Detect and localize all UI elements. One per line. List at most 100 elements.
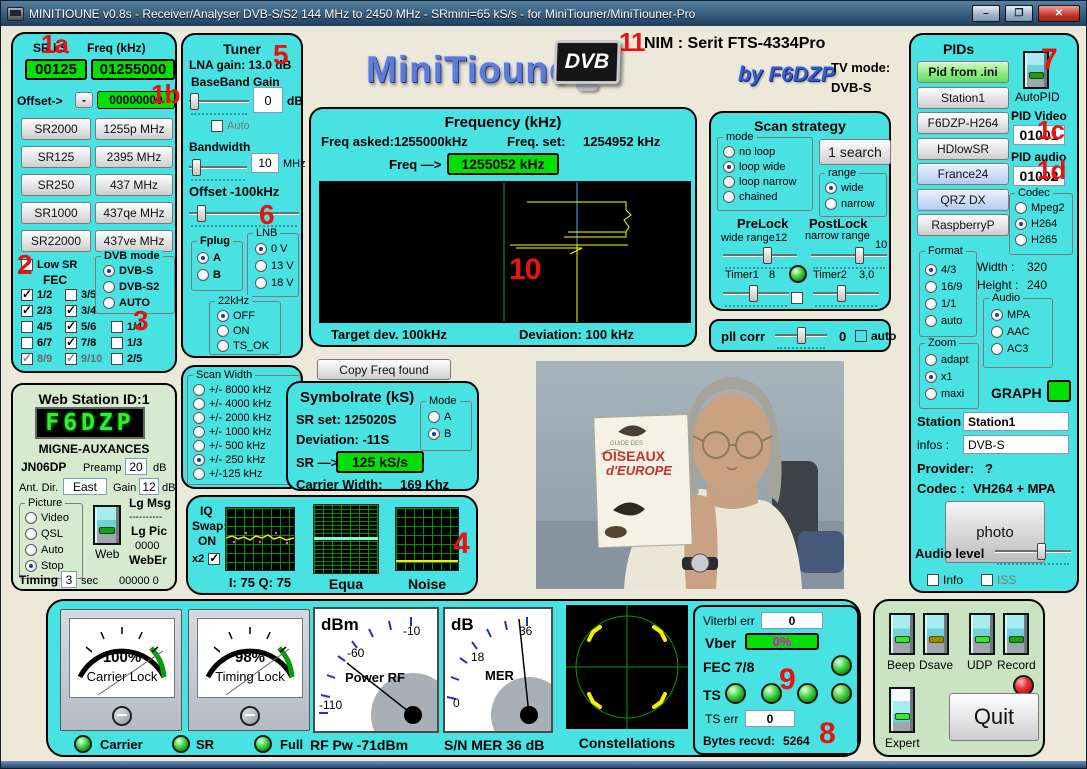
- scan-width-radio-8000[interactable]: +/- 8000 kHz: [193, 383, 272, 397]
- preset-2395-button[interactable]: 2395 MHz: [95, 146, 173, 168]
- baseband-gain-field[interactable]: 0: [253, 87, 283, 113]
- fec-checkbox-6-7[interactable]: 6/7: [21, 336, 52, 350]
- qrz-dx-button[interactable]: QRZ DX: [917, 189, 1009, 211]
- audio-radio-mpa[interactable]: MPA: [991, 308, 1030, 322]
- dvb-mode-radio-dvb-s2[interactable]: DVB-S2: [103, 280, 159, 294]
- info-checkbox[interactable]: Info: [927, 573, 963, 587]
- picture-radio-video[interactable]: Video: [25, 511, 69, 525]
- preset-437-button[interactable]: 437 MHz: [95, 174, 173, 196]
- format-radio-auto[interactable]: auto: [925, 314, 962, 328]
- carrier-lock-knob[interactable]: [112, 706, 132, 726]
- quit-button[interactable]: Quit: [949, 693, 1039, 741]
- station1-button[interactable]: Station1: [917, 87, 1009, 109]
- baseband-auto-checkbox[interactable]: Auto: [211, 119, 250, 133]
- fplug-radio-a[interactable]: A: [197, 251, 221, 265]
- france24-button[interactable]: France24: [917, 163, 1009, 185]
- slider-thumb[interactable]: [190, 93, 199, 110]
- bandwidth-field[interactable]: 10: [251, 153, 279, 173]
- audio-level-slider[interactable]: [995, 543, 1071, 560]
- web-switch[interactable]: [93, 505, 121, 545]
- slider-thumb[interactable]: [192, 159, 201, 176]
- mode-radio-loop-narrow[interactable]: loop narrow: [723, 175, 796, 189]
- scan-width-radio-1000[interactable]: +/- 1000 kHz: [193, 425, 272, 439]
- audio-radio-aac[interactable]: AAC: [991, 325, 1030, 339]
- slider-thumb[interactable]: [855, 247, 864, 264]
- preset-1255p-button[interactable]: 1255p MHz: [95, 118, 173, 140]
- prelock-slider[interactable]: [723, 247, 797, 264]
- preset-sr2000-button[interactable]: SR2000: [21, 118, 91, 140]
- khz22-radio-off[interactable]: OFF: [217, 309, 255, 323]
- hdlowsr-button[interactable]: HDlowSR: [917, 138, 1009, 160]
- pll-corr-slider[interactable]: [775, 327, 827, 344]
- sr-mode-radio-b[interactable]: B: [428, 427, 451, 441]
- expert-switch[interactable]: [889, 687, 915, 733]
- mode-radio-loop-wide[interactable]: loop wide: [723, 160, 785, 174]
- scan-width-radio-500[interactable]: +/- 500 kHz: [193, 439, 266, 453]
- fplug-radio-b[interactable]: B: [197, 268, 221, 282]
- preset-437ve-button[interactable]: 437ve MHz: [95, 230, 173, 252]
- lnb-radio-18v[interactable]: 18 V: [255, 276, 294, 290]
- copy-freq-found-button[interactable]: Copy Freq found: [317, 359, 451, 380]
- fec-checkbox-1-3[interactable]: 1/3: [111, 336, 142, 350]
- fec-checkbox-1-2[interactable]: 1/2: [21, 288, 52, 302]
- scan-width-radio-4000[interactable]: +/- 4000 kHz: [193, 397, 272, 411]
- preamp-field[interactable]: 20: [125, 458, 147, 475]
- preset-sr250-button[interactable]: SR250: [21, 174, 91, 196]
- timing-field[interactable]: 3: [61, 571, 77, 588]
- pll-auto-checkbox[interactable]: auto: [855, 329, 896, 343]
- maximize-button[interactable]: ❐: [1005, 5, 1033, 22]
- timer2-slider[interactable]: [813, 285, 879, 302]
- fec-checkbox-3-4[interactable]: 3/4: [65, 304, 96, 318]
- beep-switch[interactable]: [889, 613, 915, 655]
- postlock-slider[interactable]: [811, 247, 887, 264]
- fec-checkbox-3-5[interactable]: 3/5: [65, 288, 96, 302]
- mode-radio-chained[interactable]: chained: [723, 190, 778, 204]
- zoom-radio-maxi[interactable]: maxi: [925, 387, 964, 401]
- range-radio-narrow[interactable]: narrow: [825, 197, 875, 211]
- slider-thumb[interactable]: [797, 327, 806, 344]
- f6dzp-h264-button[interactable]: F6DZP-H264: [917, 112, 1009, 134]
- format-radio-1-1[interactable]: 1/1: [925, 297, 956, 311]
- fec-checkbox-4-5[interactable]: 4/5: [21, 320, 52, 334]
- lnb-radio-13v[interactable]: 13 V: [255, 259, 294, 273]
- audio-radio-ac3[interactable]: AC3: [991, 342, 1028, 356]
- pid-from-ini-button[interactable]: Pid from .ini: [917, 61, 1009, 83]
- record-switch[interactable]: [1003, 613, 1029, 655]
- x2-checkbox[interactable]: x2: [192, 552, 220, 566]
- baseband-gain-slider[interactable]: [189, 93, 249, 110]
- zoom-radio-adapt[interactable]: adapt: [925, 353, 969, 367]
- offset-minus-button[interactable]: -: [75, 92, 93, 108]
- picture-radio-qsl[interactable]: QSL: [25, 527, 63, 541]
- fec-checkbox-5-6[interactable]: 5/6: [65, 320, 96, 334]
- slider-thumb[interactable]: [749, 285, 758, 302]
- fec-checkbox-8-9[interactable]: 8/9: [21, 352, 52, 366]
- fec-checkbox-2-3[interactable]: 2/3: [21, 304, 52, 318]
- dvb-mode-radio-dvb-s[interactable]: DVB-S: [103, 264, 153, 278]
- one-search-button[interactable]: 1 search: [819, 139, 891, 165]
- mode-radio-no-loop[interactable]: no loop: [723, 145, 775, 159]
- close-button[interactable]: ✕: [1038, 5, 1080, 22]
- scan-width-radio-125[interactable]: +/-125 kHz: [193, 467, 263, 481]
- ant-dir-field[interactable]: East: [63, 478, 107, 495]
- range-radio-wide[interactable]: wide: [825, 181, 864, 195]
- fec-checkbox-2-5[interactable]: 2/5: [111, 352, 142, 366]
- bandwidth-slider[interactable]: [189, 159, 247, 176]
- codec-radio-mpeg2[interactable]: Mpeg2: [1015, 201, 1065, 215]
- zoom-radio-x1[interactable]: x1: [925, 370, 953, 384]
- format-radio-4-3[interactable]: 4/3: [925, 263, 956, 277]
- timer1-slider[interactable]: [723, 285, 789, 302]
- minimize-button[interactable]: –: [972, 5, 1000, 22]
- slider-thumb[interactable]: [1037, 543, 1046, 560]
- fec-checkbox-7-8[interactable]: 7/8: [65, 336, 96, 350]
- picture-radio-auto[interactable]: Auto: [25, 543, 64, 557]
- scan-width-radio-2000[interactable]: +/- 2000 kHz: [193, 411, 272, 425]
- scan-checkbox[interactable]: [791, 291, 803, 305]
- format-radio-16-9[interactable]: 16/9: [925, 280, 962, 294]
- codec-radio-h264[interactable]: H264: [1015, 217, 1057, 231]
- preset-sr1000-button[interactable]: SR1000: [21, 202, 91, 224]
- infos-field[interactable]: DVB-S: [963, 435, 1069, 454]
- codec-radio-h265[interactable]: H265: [1015, 233, 1057, 247]
- slider-thumb[interactable]: [837, 285, 846, 302]
- scan-width-radio-250[interactable]: +/- 250 kHz: [193, 453, 266, 467]
- fec-checkbox-9-10[interactable]: 9/10: [65, 352, 102, 366]
